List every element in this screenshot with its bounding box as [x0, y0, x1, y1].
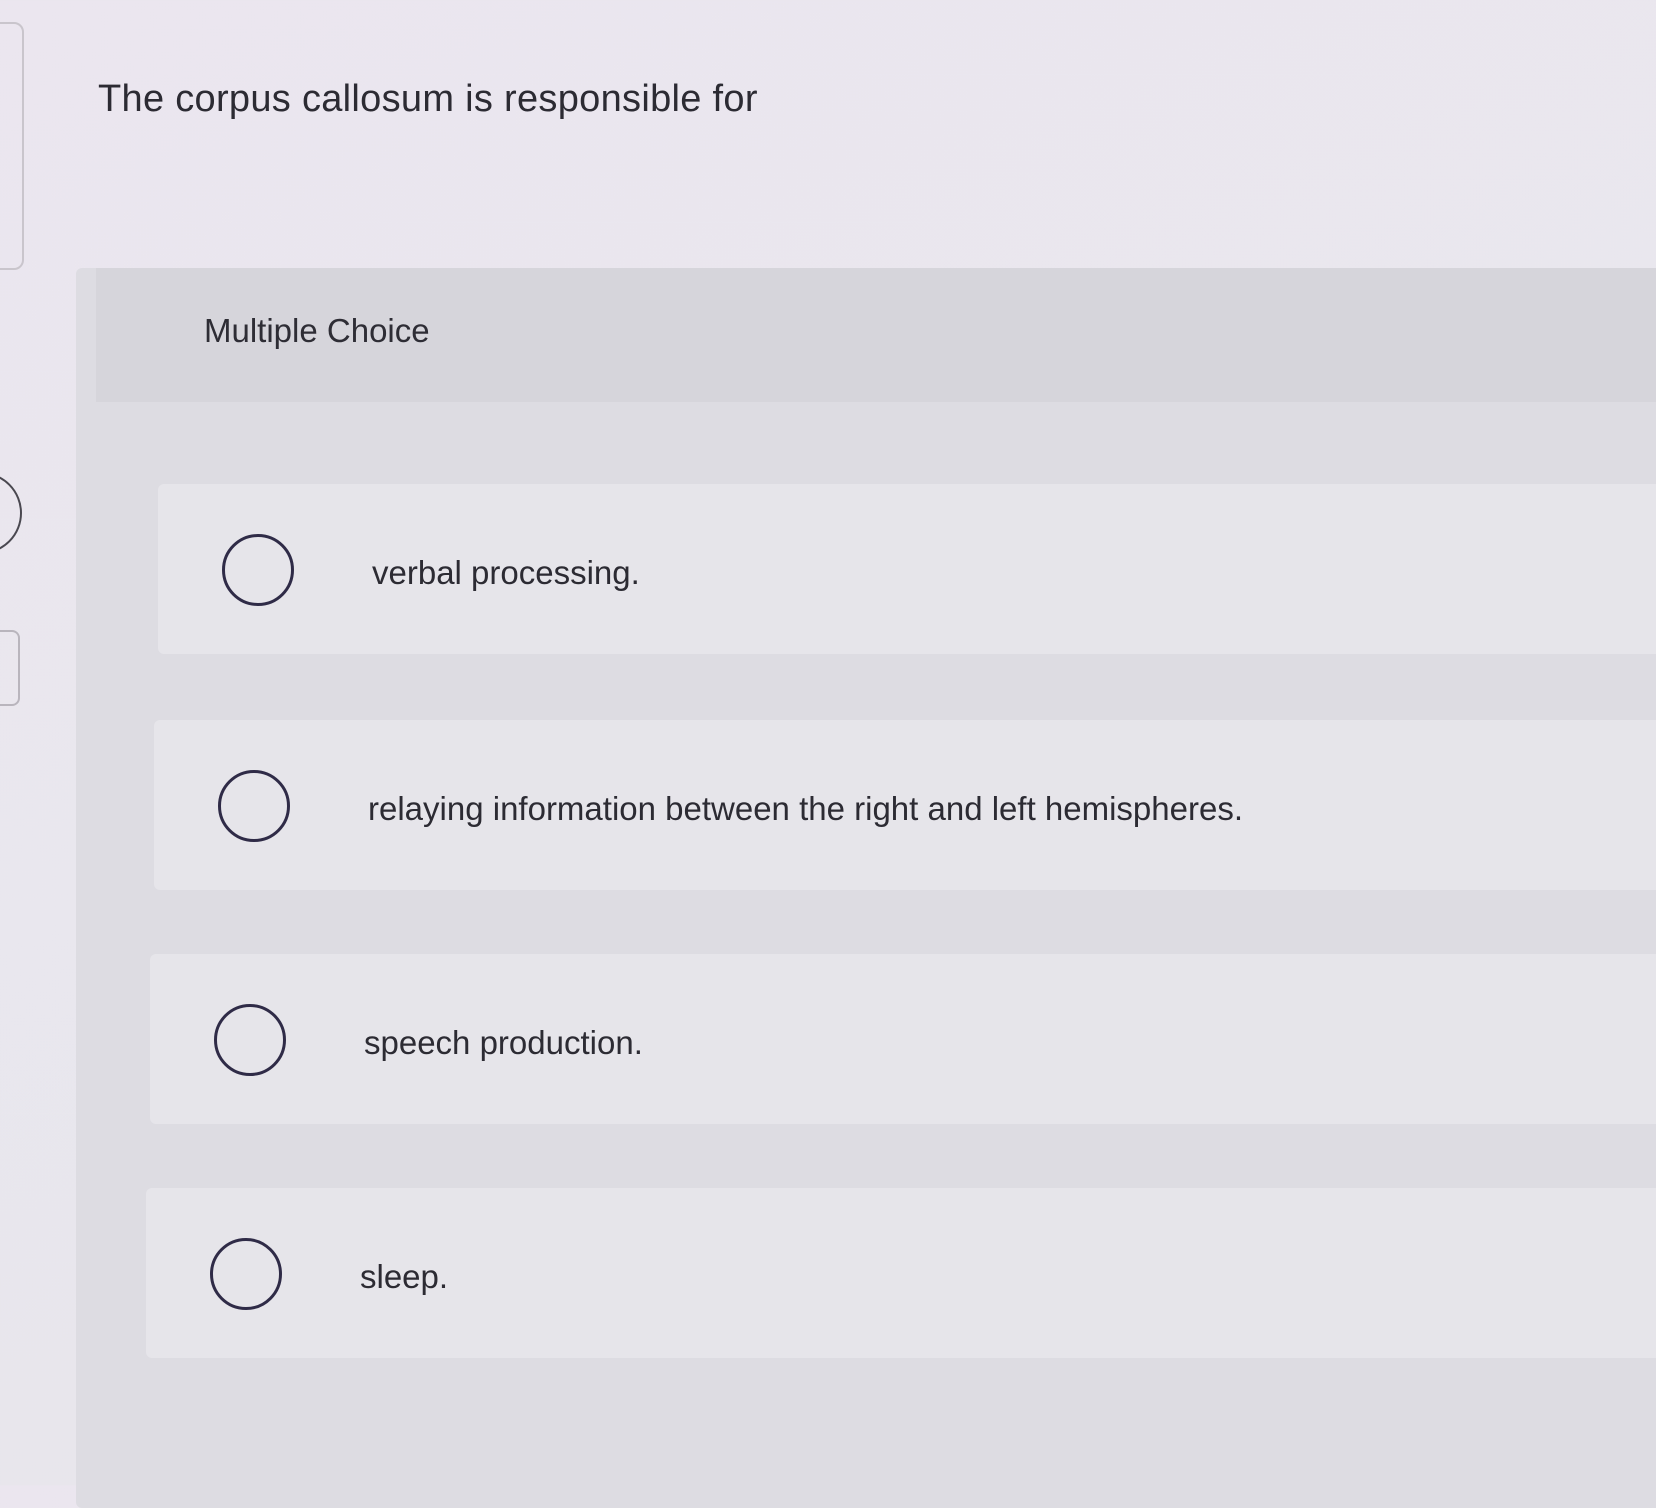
answer-option-label: verbal processing.	[372, 554, 640, 591]
answer-option-label: relaying information between the right a…	[368, 790, 1243, 827]
answer-option-2[interactable]: relaying information between the right a…	[154, 720, 1656, 890]
side-nav-button[interactable]	[0, 472, 22, 554]
answer-option-3[interactable]: speech production.	[150, 954, 1656, 1124]
side-tab-edge	[0, 630, 20, 706]
answer-option-label: sleep.	[360, 1258, 449, 1295]
radio-button-icon[interactable]	[214, 1004, 286, 1076]
radio-button-icon[interactable]	[210, 1238, 282, 1310]
answer-option-4[interactable]: sleep.	[146, 1188, 1656, 1358]
answer-option-label: speech production.	[364, 1024, 643, 1061]
question-type-label: Multiple Choice	[204, 312, 430, 349]
radio-button-icon[interactable]	[222, 534, 294, 606]
radio-button-icon[interactable]	[218, 770, 290, 842]
answer-option-1[interactable]: verbal processing.	[158, 484, 1656, 654]
previous-panel-edge	[0, 22, 24, 270]
question-text: The corpus callosum is responsible for	[98, 78, 758, 120]
